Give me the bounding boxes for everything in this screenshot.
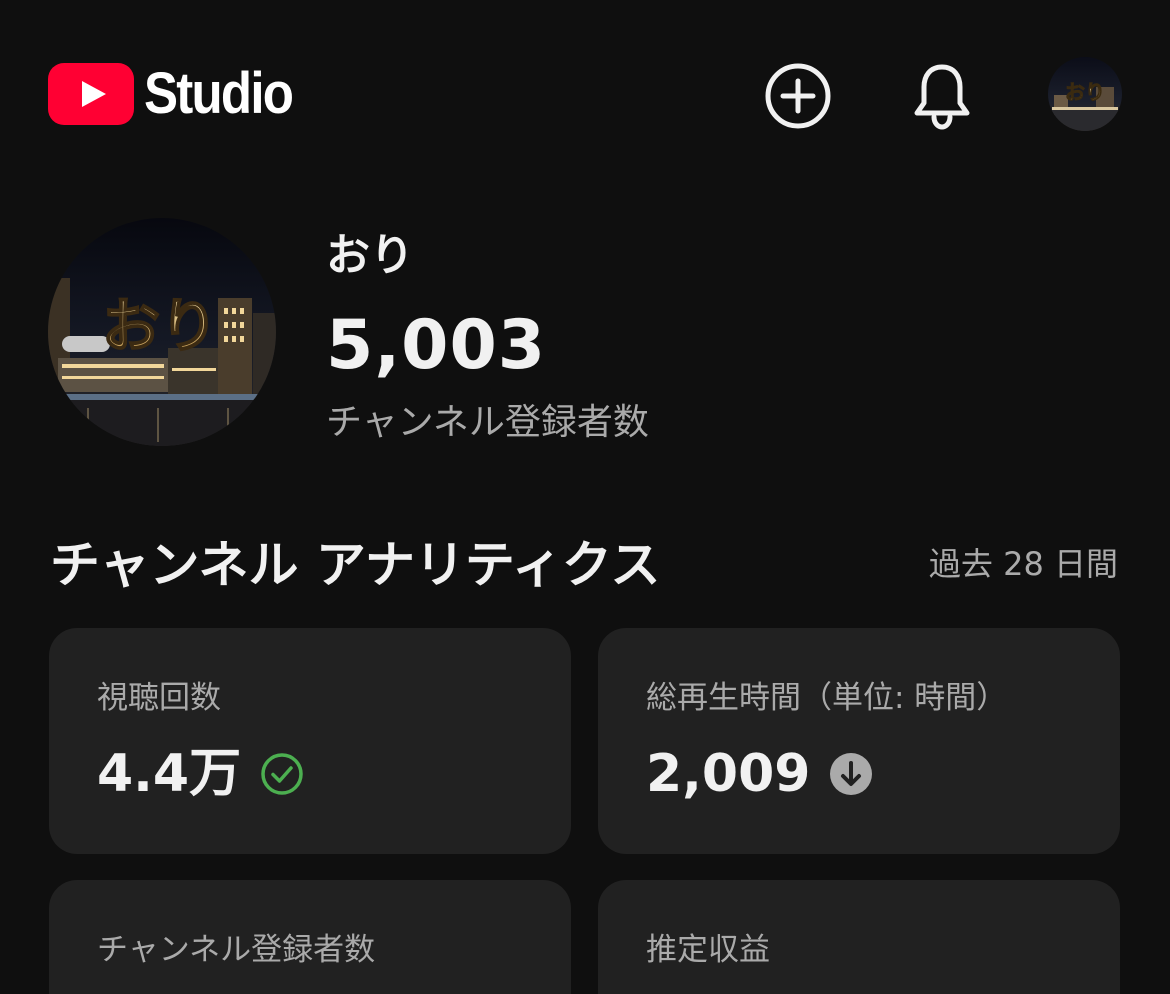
subscribers-card[interactable]: チャンネル登録者数 [49,880,571,994]
card-label: チャンネル登録者数 [97,932,376,968]
card-label: 視聴回数 [97,680,221,716]
youtube-studio-logo[interactable]: Studio [48,60,312,127]
avatar-text: おり [1065,80,1105,104]
create-button[interactable] [760,58,836,134]
top-app-bar: Studio おり [0,0,1170,190]
bell-icon [914,64,970,130]
add-circle-icon [765,63,831,129]
card-value: 2,009 [646,744,811,804]
card-value-row: 4.4万 [97,742,305,806]
subscriber-count: 5,003 [326,306,547,385]
card-value-row: 2,009 [646,742,874,806]
watch-time-card[interactable]: 総再生時間（単位: 時間） 2,009 [598,628,1120,854]
analytics-period[interactable]: 過去 28 日間 [929,542,1118,586]
analytics-title: チャンネル アナリティクス [50,536,661,594]
channel-avatar-text: おり [102,292,218,360]
channel-name: おり [326,230,414,281]
studio-dashboard: Studio おり おり おり 5,003 チャンネル登録者数 チャンネル アナ… [0,0,1170,994]
avatar-image: おり [1048,57,1122,131]
card-label: 総再生時間（単位: 時間） [646,680,1008,716]
subscriber-label: チャンネル登録者数 [326,402,649,443]
views-card[interactable]: 視聴回数 4.4万 [49,628,571,854]
notifications-button[interactable] [904,58,980,134]
logo-text: Studio [144,61,294,126]
account-avatar[interactable]: おり [1048,57,1122,131]
youtube-play-icon [48,62,134,125]
channel-avatar[interactable]: おり [48,218,276,446]
channel-avatar-image: おり [48,218,276,446]
check-circle-icon [259,751,305,797]
card-value: 4.4万 [97,744,242,804]
arrow-down-circle-icon [828,751,874,797]
estimated-revenue-card[interactable]: 推定収益 [598,880,1120,994]
card-label: 推定収益 [646,932,770,968]
